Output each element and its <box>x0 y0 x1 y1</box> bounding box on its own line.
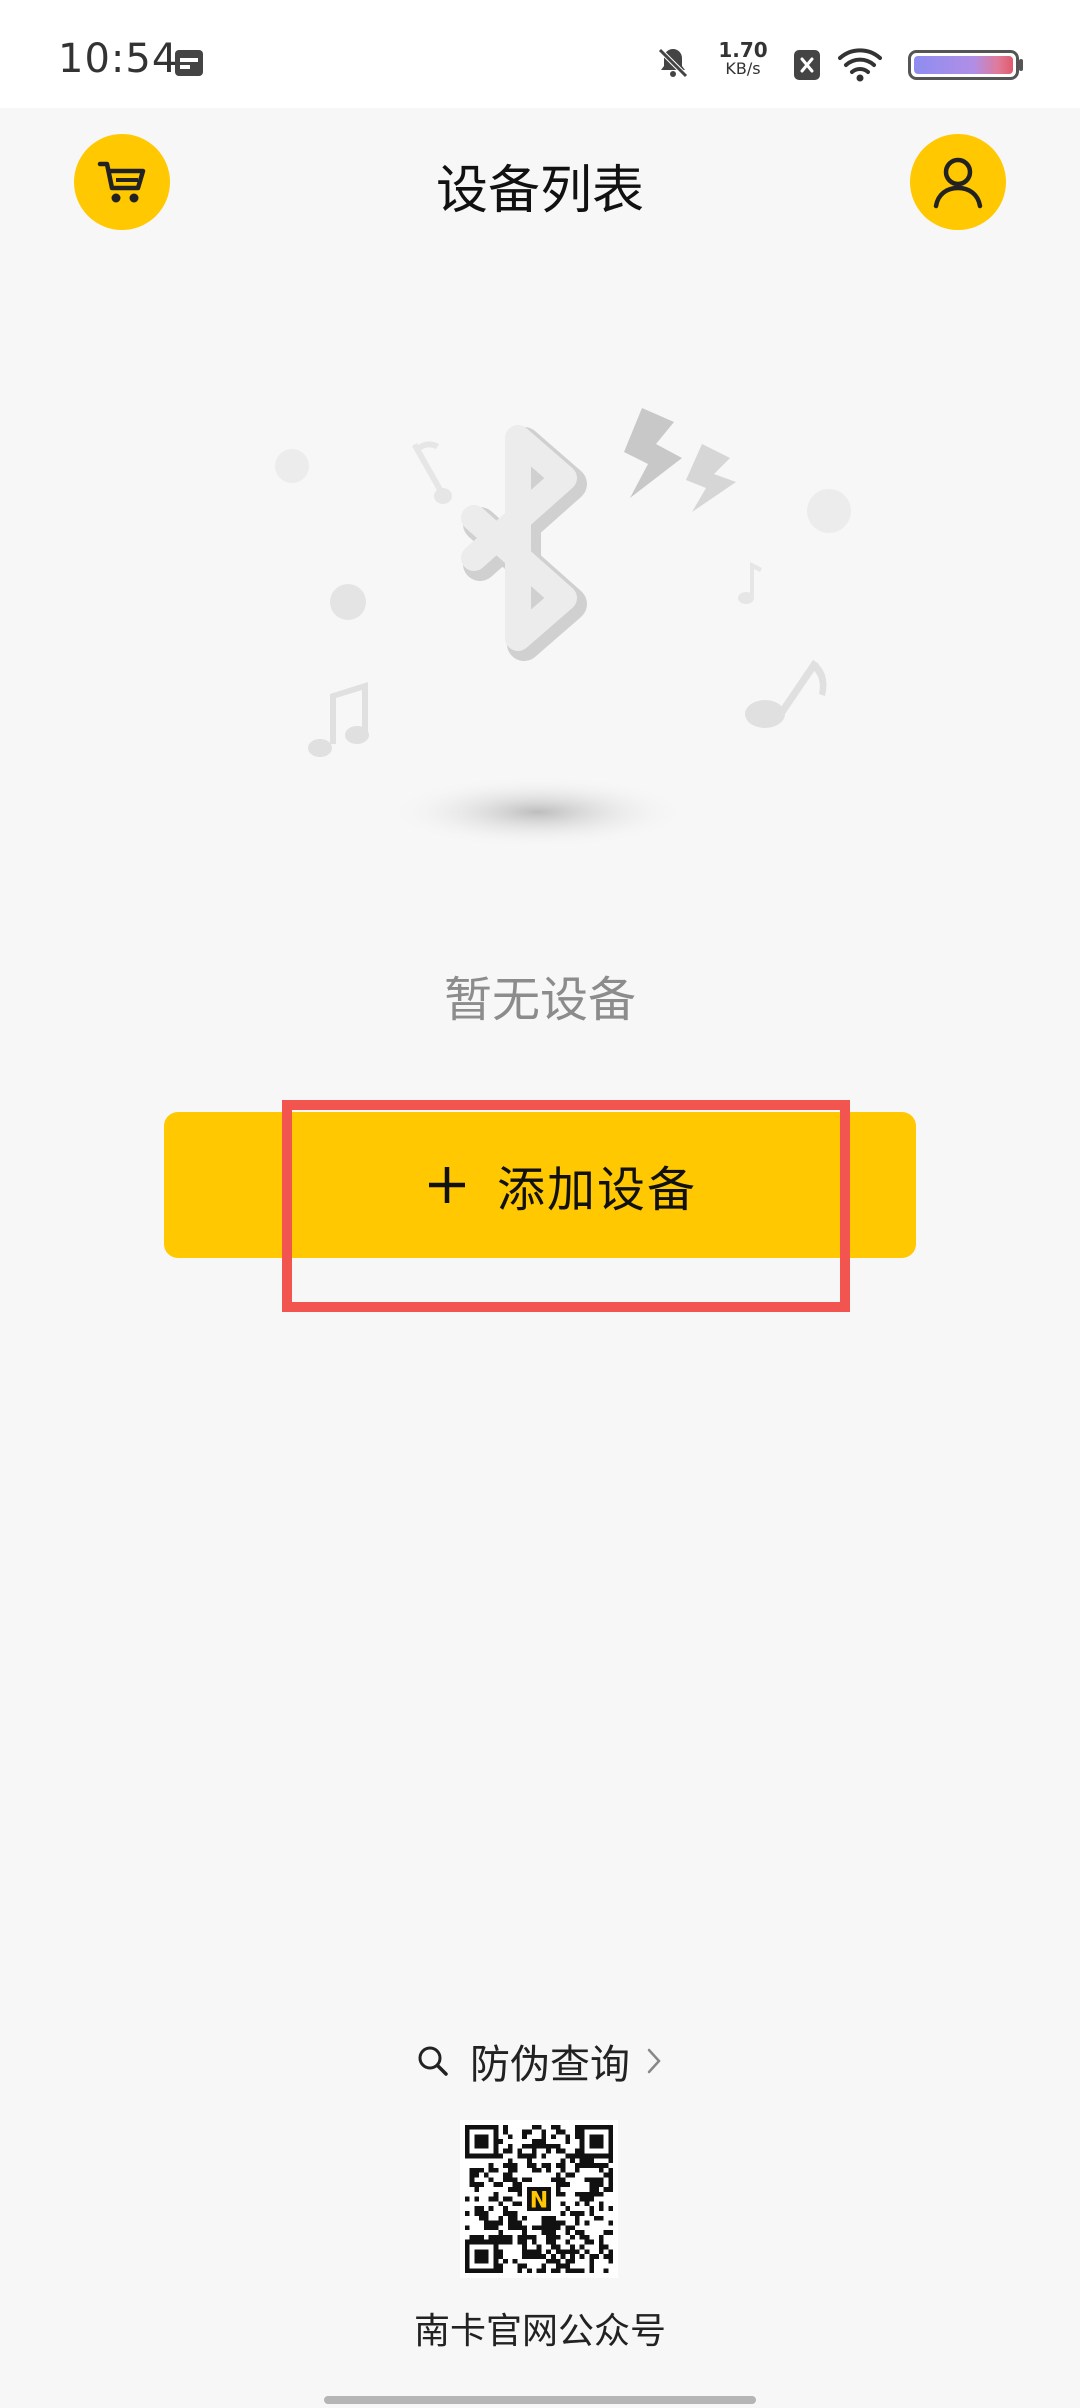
lightning-icon <box>624 408 682 498</box>
net-speed-value: 1.70 <box>718 38 768 62</box>
plus-icon <box>428 1167 465 1203</box>
add-device-label: 添加设备 <box>496 1162 697 1218</box>
anti-counterfeit-label: 防伪查询 <box>470 2042 630 2088</box>
music-note-icon <box>412 441 452 504</box>
decor-dot <box>807 489 851 533</box>
battery-icon <box>908 50 1023 80</box>
bluetooth-empty-illustration <box>275 408 851 848</box>
chevron-right-icon <box>647 2048 661 2074</box>
anti-counterfeit-link[interactable]: 防伪查询 <box>0 2032 1080 2090</box>
lightning-icon <box>686 444 736 512</box>
music-note-icon <box>308 682 369 757</box>
calendar-icon <box>175 50 203 76</box>
net-speed-unit: KB/s <box>725 59 761 78</box>
illustration-shadow <box>388 776 688 848</box>
decor-dot <box>275 449 309 483</box>
decor-dot <box>330 584 366 620</box>
user-icon <box>933 157 983 209</box>
sim-x-icon <box>794 50 820 80</box>
status-time: 10:54 <box>58 36 179 82</box>
status-right-group: 1.70 KB/s <box>544 38 1024 88</box>
official-account-caption: 南卡官网公众号 <box>413 2311 666 2352</box>
qr-code: N <box>460 2120 618 2278</box>
add-device-button[interactable]: 添加设备 <box>164 1112 916 1258</box>
music-note-icon <box>745 660 827 728</box>
wifi-icon <box>838 48 882 82</box>
empty-state-message: 暂无设备 <box>443 972 636 1028</box>
net-speed: 1.70 KB/s <box>712 40 774 77</box>
profile-button[interactable] <box>910 134 1006 230</box>
status-bar: 10:54 1.70 KB/s <box>0 0 1080 108</box>
bluetooth-icon <box>461 425 587 661</box>
bell-muted-icon <box>658 48 688 78</box>
home-indicator[interactable] <box>324 2396 756 2404</box>
qr-center-logo: N <box>530 2189 548 2214</box>
search-icon <box>418 2046 448 2076</box>
music-note-icon <box>738 562 762 604</box>
